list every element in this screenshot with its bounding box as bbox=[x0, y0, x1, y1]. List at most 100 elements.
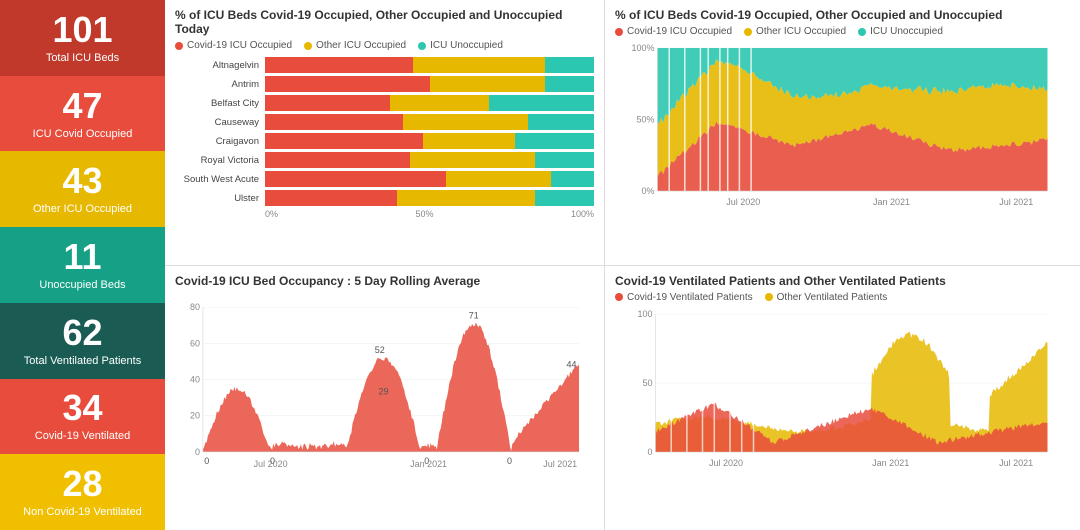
bar-track bbox=[265, 133, 594, 149]
top-right-chart-svg: 0% 50% 100% Jul 2020Jan 2021Jul 2021 bbox=[615, 43, 1070, 213]
bar-seg-teal bbox=[535, 190, 594, 206]
bar-track bbox=[265, 57, 594, 73]
bar-seg-gold bbox=[390, 95, 489, 111]
legend-unoccupied-dot bbox=[418, 42, 426, 50]
svg-text:100: 100 bbox=[637, 309, 652, 319]
svg-text:Jul 2021: Jul 2021 bbox=[543, 458, 577, 468]
svg-text:29: 29 bbox=[378, 386, 388, 396]
bar-seg-teal bbox=[535, 152, 594, 168]
tr-legend-covid-label: Covid-19 ICU Occupied bbox=[627, 26, 732, 37]
bar-row: Antrim bbox=[175, 76, 594, 92]
bottom-charts-row: Covid-19 ICU Bed Occupancy : 5 Day Rolli… bbox=[165, 266, 1080, 530]
bar-axis: 0% 50% 100% bbox=[175, 209, 594, 219]
bar-seg-gold bbox=[410, 152, 535, 168]
bar-row: Royal Victoria bbox=[175, 152, 594, 168]
sidebar: 101 Total ICU Beds 47 ICU Covid Occupied… bbox=[0, 0, 165, 530]
svg-text:0: 0 bbox=[647, 447, 652, 457]
bar-label: Causeway bbox=[175, 117, 265, 128]
svg-text:50: 50 bbox=[642, 378, 652, 388]
covid-vent-box: 34 Covid-19 Ventilated bbox=[0, 379, 165, 455]
bar-label: Antrim bbox=[175, 79, 265, 90]
svg-text:20: 20 bbox=[190, 410, 200, 420]
bottom-right-title: Covid-19 Ventilated Patients and Other V… bbox=[615, 274, 1070, 288]
tr-legend-covid: Covid-19 ICU Occupied bbox=[615, 26, 732, 37]
axis-100: 100% bbox=[571, 209, 594, 219]
bar-seg-red bbox=[265, 95, 390, 111]
covid-vent-number: 34 bbox=[62, 390, 102, 426]
br-legend-covid-label: Covid-19 Ventilated Patients bbox=[627, 292, 753, 303]
covid-vent-label: Covid-19 Ventilated bbox=[35, 430, 130, 442]
bar-track bbox=[265, 152, 594, 168]
tr-legend-covid-dot bbox=[615, 28, 623, 36]
total-icu-number: 101 bbox=[52, 12, 112, 48]
main-container: 101 Total ICU Beds 47 ICU Covid Occupied… bbox=[0, 0, 1080, 530]
tr-legend-unoccupied-dot bbox=[858, 28, 866, 36]
icu-covid-number: 47 bbox=[62, 88, 102, 124]
total-vent-number: 62 bbox=[62, 315, 102, 351]
bar-row: Craigavon bbox=[175, 133, 594, 149]
svg-text:0: 0 bbox=[204, 455, 209, 465]
bar-seg-red bbox=[265, 190, 397, 206]
bar-seg-red bbox=[265, 76, 430, 92]
bar-row: Altnagelvin bbox=[175, 57, 594, 73]
top-charts-row: % of ICU Beds Covid-19 Occupied, Other O… bbox=[165, 0, 1080, 266]
svg-text:Jul 2021: Jul 2021 bbox=[999, 197, 1033, 207]
top-right-title: % of ICU Beds Covid-19 Occupied, Other O… bbox=[615, 8, 1070, 22]
tr-legend-other-label: Other ICU Occupied bbox=[756, 26, 846, 37]
bar-label: Belfast City bbox=[175, 98, 265, 109]
bar-seg-teal bbox=[528, 114, 594, 130]
bottom-right-panel: Covid-19 Ventilated Patients and Other V… bbox=[605, 266, 1080, 530]
br-legend-covid-dot bbox=[615, 293, 623, 301]
tr-legend-unoccupied-label: ICU Unoccupied bbox=[870, 26, 943, 37]
svg-text:52: 52 bbox=[375, 344, 385, 354]
bar-seg-gold bbox=[403, 114, 528, 130]
br-legend-other-dot bbox=[765, 293, 773, 301]
br-legend-other-label: Other Ventilated Patients bbox=[777, 292, 888, 303]
legend-covid: Covid-19 ICU Occupied bbox=[175, 40, 292, 51]
svg-text:Jul 2021: Jul 2021 bbox=[999, 458, 1033, 468]
non-covid-vent-box: 28 Non Covid-19 Ventilated bbox=[0, 454, 165, 530]
legend-covid-label: Covid-19 ICU Occupied bbox=[187, 40, 292, 51]
bar-chart-title: % of ICU Beds Covid-19 Occupied, Other O… bbox=[175, 8, 594, 36]
tr-legend-other: Other ICU Occupied bbox=[744, 26, 846, 37]
bar-track bbox=[265, 76, 594, 92]
bar-seg-teal bbox=[545, 57, 594, 73]
bar-label: Altnagelvin bbox=[175, 60, 265, 71]
bar-seg-teal bbox=[515, 133, 594, 149]
bar-seg-red bbox=[265, 152, 410, 168]
top-right-legend: Covid-19 ICU Occupied Other ICU Occupied… bbox=[615, 26, 1070, 37]
other-icu-number: 43 bbox=[62, 163, 102, 199]
bar-seg-red bbox=[265, 57, 413, 73]
svg-text:71: 71 bbox=[469, 310, 479, 320]
total-vent-label: Total Ventilated Patients bbox=[24, 355, 141, 367]
svg-text:Jul 2020: Jul 2020 bbox=[726, 197, 760, 207]
svg-text:80: 80 bbox=[190, 302, 200, 312]
bar-seg-teal bbox=[551, 171, 594, 187]
legend-unoccupied: ICU Unoccupied bbox=[418, 40, 503, 51]
legend-other-label: Other ICU Occupied bbox=[316, 40, 406, 51]
bar-label: Ulster bbox=[175, 193, 265, 204]
bar-label: South West Acute bbox=[175, 174, 265, 185]
bar-track bbox=[265, 114, 594, 130]
icu-covid-label: ICU Covid Occupied bbox=[33, 128, 133, 140]
legend-unoccupied-label: ICU Unoccupied bbox=[430, 40, 503, 51]
bar-seg-red bbox=[265, 114, 403, 130]
rolling-chart-svg: 0 20 40 60 80 52714429 0000 Jul 2020Jan … bbox=[175, 292, 594, 477]
bar-row: South West Acute bbox=[175, 171, 594, 187]
bar-seg-gold bbox=[397, 190, 535, 206]
charts-area: % of ICU Beds Covid-19 Occupied, Other O… bbox=[165, 0, 1080, 530]
icu-covid-box: 47 ICU Covid Occupied bbox=[0, 76, 165, 152]
svg-text:Jan 2021: Jan 2021 bbox=[410, 458, 447, 468]
bar-track bbox=[265, 171, 594, 187]
total-vent-box: 62 Total Ventilated Patients bbox=[0, 303, 165, 379]
bar-seg-gold bbox=[446, 171, 551, 187]
bar-row: Belfast City bbox=[175, 95, 594, 111]
bottom-right-chart-svg: 0 50 100 Jul 2020Jan 2021Jul 2021 bbox=[615, 309, 1070, 474]
svg-text:Jul 2020: Jul 2020 bbox=[709, 458, 743, 468]
bar-seg-teal bbox=[545, 76, 594, 92]
unoccupied-box: 11 Unoccupied Beds bbox=[0, 227, 165, 303]
legend-other: Other ICU Occupied bbox=[304, 40, 406, 51]
legend-other-dot bbox=[304, 42, 312, 50]
unoccupied-label: Unoccupied Beds bbox=[39, 279, 125, 291]
bar-chart-panel: % of ICU Beds Covid-19 Occupied, Other O… bbox=[165, 0, 605, 265]
